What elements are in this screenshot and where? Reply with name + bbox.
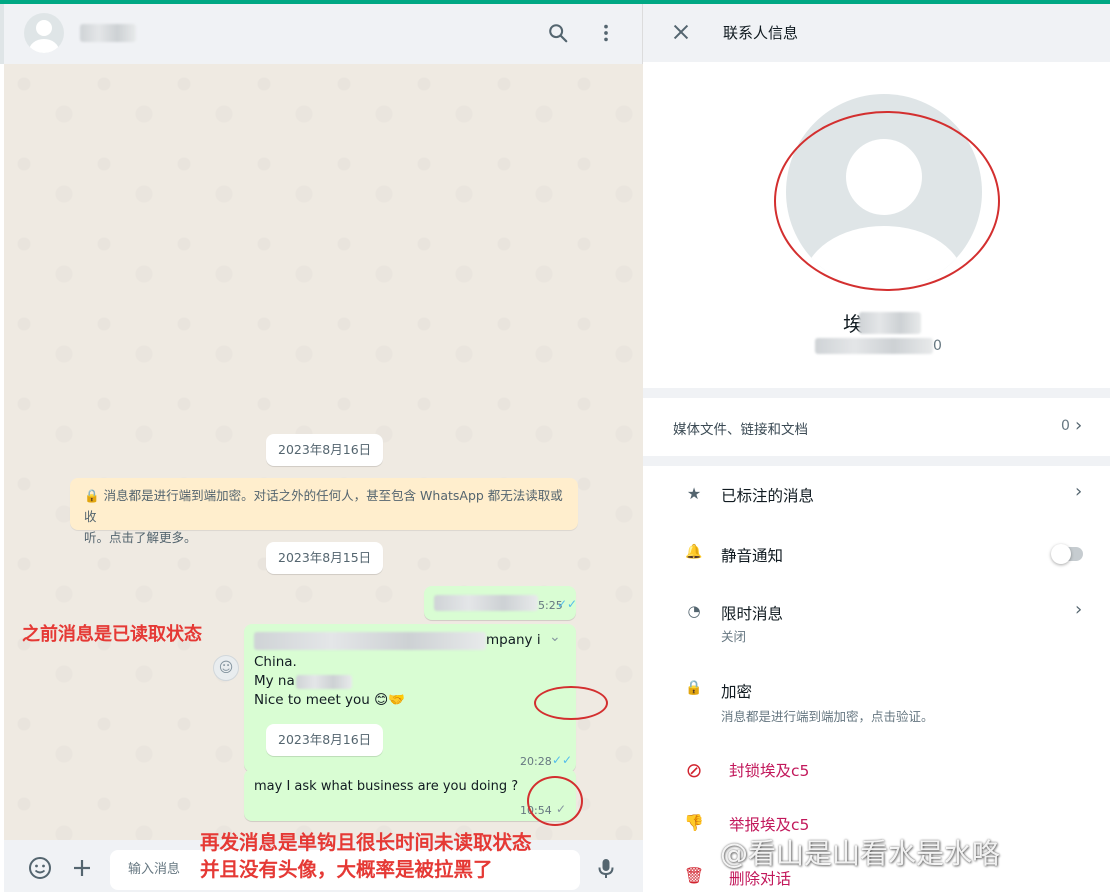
- media-label: 媒体文件、链接和文档: [673, 422, 808, 438]
- message-line: My na: [254, 673, 295, 689]
- lock-icon: 🔒: [685, 680, 703, 696]
- annotation-circle: [534, 686, 608, 720]
- double-tick-icon: ✓✓: [557, 597, 578, 611]
- chevron-right-icon: ›: [1075, 481, 1083, 502]
- message-text-fragment: mpany i: [486, 632, 541, 648]
- date-chip: 2023年8月15日: [266, 542, 384, 574]
- media-count: 0: [1061, 418, 1070, 434]
- chat-messages[interactable]: 2023年8月16日 🔒 消息都是进行端到端加密。对话之外的任何人，甚至包含 W…: [4, 64, 643, 840]
- message-text: may I ask what business are you doing ?: [254, 779, 519, 794]
- contact-phone-redacted: [815, 338, 933, 354]
- settings-list: ★ 已标注的消息 › 🔔 静音通知 ◔ 限时消息 关闭 › 🔒 加密 消息都是进…: [643, 466, 1110, 892]
- annotation-read-note: 之前消息是已读取状态: [22, 624, 202, 645]
- message-text-redacted: [296, 675, 352, 689]
- lock-icon: 🔒: [84, 488, 100, 503]
- contact-info-title: 联系人信息: [723, 24, 799, 42]
- mute-toggle[interactable]: [1051, 544, 1083, 564]
- chat-header: [0, 4, 643, 64]
- message-line: China.: [254, 654, 297, 670]
- annotation-circle: [774, 111, 1000, 291]
- close-icon[interactable]: [669, 21, 693, 48]
- annotation-blocked-note-1: 再发消息是单钩且很长时间未读取状态: [200, 831, 532, 854]
- message-line: Nice to meet you 😊🤝: [254, 692, 406, 708]
- double-tick-icon: ✓✓: [552, 753, 573, 767]
- chevron-down-icon[interactable]: ⌄: [549, 629, 561, 645]
- annotation-blocked-note-2: 并且没有头像，大概率是被拉黑了: [200, 858, 493, 881]
- date-chip: 2023年8月16日: [266, 724, 384, 756]
- date-chip: 2023年8月16日: [266, 434, 384, 466]
- chevron-right-icon: ›: [1075, 599, 1083, 620]
- contact-info-header: 联系人信息: [643, 4, 1110, 62]
- emoji-icon[interactable]: [28, 856, 52, 885]
- message-bubble-out[interactable]: 5:25 ✓✓: [424, 586, 578, 620]
- contact-name-redacted[interactable]: [80, 24, 136, 42]
- menu-icon[interactable]: [594, 22, 618, 49]
- plus-icon[interactable]: [70, 856, 94, 885]
- bell-icon: 🔔: [685, 544, 703, 560]
- thumbs-down-icon: 👎: [684, 813, 704, 832]
- encryption-notice[interactable]: 🔒 消息都是进行端到端加密。对话之外的任何人，甚至包含 WhatsApp 都无法…: [70, 478, 578, 545]
- mic-icon[interactable]: [594, 856, 618, 885]
- trash-icon: 🗑: [683, 866, 705, 885]
- message-bubble-out[interactable]: may I ask what business are you doing ? …: [244, 769, 576, 821]
- message-text-redacted: [434, 595, 538, 611]
- contact-name-redacted: [859, 312, 921, 334]
- contact-phone-tail: 0: [933, 338, 942, 354]
- reaction-emoji-icon[interactable]: ☺: [213, 655, 239, 681]
- watermark-text: @看山是山看水是水咯: [720, 837, 1001, 870]
- chevron-right-icon: ›: [1075, 415, 1083, 436]
- contact-avatar[interactable]: [24, 13, 64, 53]
- message-time: 20:28: [520, 755, 552, 768]
- star-icon: ★: [686, 484, 702, 503]
- media-row[interactable]: 媒体文件、链接和文档 0 ›: [643, 398, 1110, 456]
- chat-pane: 2023年8月16日 🔒 消息都是进行端到端加密。对话之外的任何人，甚至包含 W…: [0, 4, 643, 892]
- search-icon[interactable]: [546, 22, 570, 49]
- timer-icon: ◔: [687, 602, 701, 620]
- block-icon: ⊘: [685, 758, 703, 782]
- annotation-circle: [527, 776, 583, 826]
- message-text-redacted: [254, 632, 486, 650]
